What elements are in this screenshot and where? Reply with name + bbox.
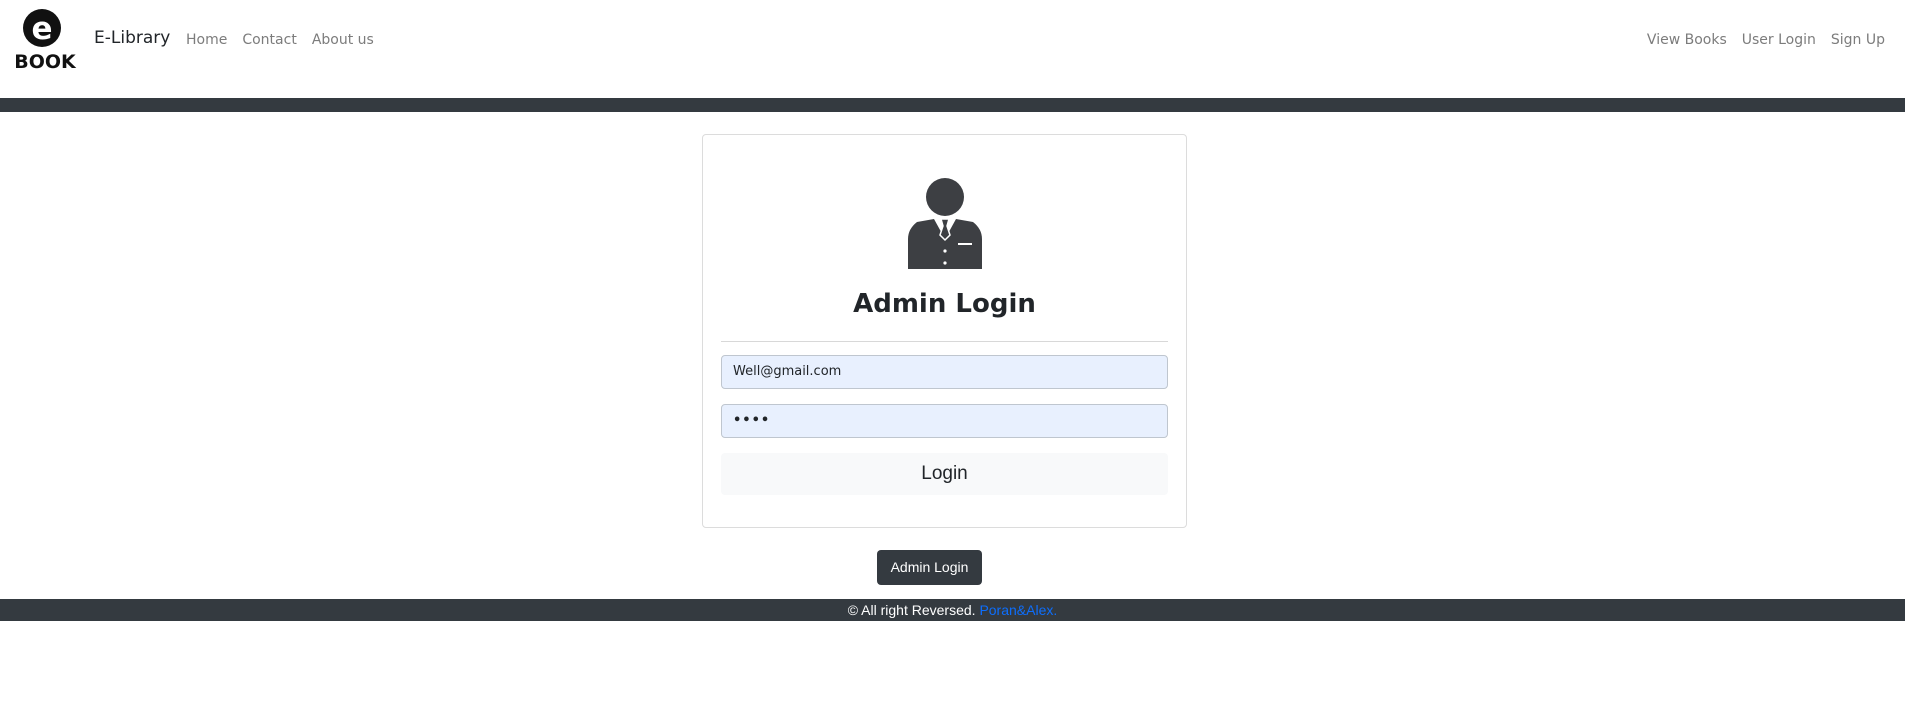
ebook-logo-icon[interactable]: e BOOK: [16, 8, 78, 72]
navbar: e BOOK E-Library Home Contact About us V…: [0, 0, 1905, 98]
admin-login-card: Admin Login Well@gmail.com •••• Login: [702, 134, 1187, 528]
password-field[interactable]: ••••: [721, 404, 1168, 438]
admin-user-icon: [908, 178, 982, 269]
footer-text: © All right Reversed.: [847, 602, 976, 618]
admin-login-title: Admin Login: [853, 289, 1036, 319]
nav-right: View Books User Login Sign Up: [1647, 32, 1885, 48]
nav-left: Home Contact About us: [186, 32, 374, 48]
brand-name[interactable]: E-Library: [94, 28, 170, 48]
nav-home-link[interactable]: Home: [186, 32, 227, 48]
email-field[interactable]: Well@gmail.com: [721, 355, 1168, 389]
footer: © All right Reversed. Poran&Alex.: [0, 599, 1905, 621]
nav-contact-link[interactable]: Contact: [242, 32, 296, 48]
nav-sign-up-link[interactable]: Sign Up: [1831, 32, 1885, 48]
divider: [721, 341, 1168, 342]
nav-about-link[interactable]: About us: [312, 32, 374, 48]
admin-login-button[interactable]: Admin Login: [877, 550, 982, 585]
svg-text:e: e: [31, 11, 52, 47]
navbar-bottom-bar: [0, 98, 1905, 112]
footer-author-link[interactable]: Poran&Alex.: [979, 602, 1057, 618]
login-button[interactable]: Login: [721, 453, 1168, 495]
svg-text:BOOK: BOOK: [16, 51, 77, 72]
nav-user-login-link[interactable]: User Login: [1742, 32, 1816, 48]
nav-view-books-link[interactable]: View Books: [1647, 32, 1727, 48]
